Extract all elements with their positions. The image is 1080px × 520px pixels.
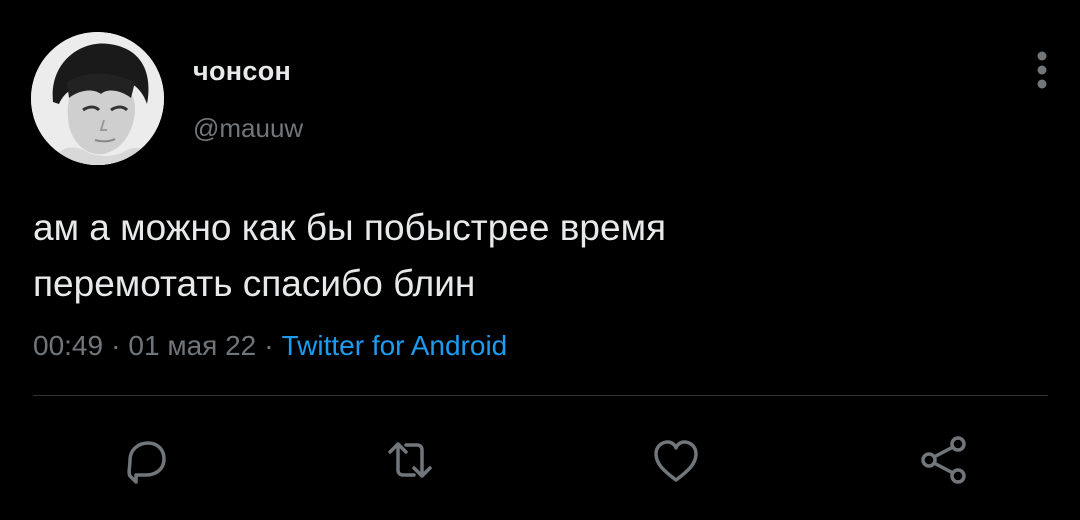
heart-icon <box>654 440 698 482</box>
tweet-text: ам а можно как бы побыстрее время перемо… <box>33 207 667 304</box>
tweet-meta: 00:49 · 01 мая 22 · Twitter for Android <box>33 330 507 362</box>
tweet-source-link[interactable]: Twitter for Android <box>282 330 508 361</box>
author-display-name[interactable]: чонсон <box>193 56 291 87</box>
author-handle[interactable]: @mauuw <box>193 113 303 144</box>
share-nodes-icon <box>921 436 966 484</box>
meta-separator: · <box>264 330 274 361</box>
reply-button[interactable] <box>116 430 176 490</box>
vertical-ellipsis-icon <box>1037 51 1047 89</box>
more-options-button[interactable] <box>1026 46 1058 94</box>
avatar-photo <box>31 32 164 165</box>
share-button[interactable] <box>914 430 974 490</box>
meta-separator: · <box>111 330 121 361</box>
divider <box>33 395 1048 396</box>
tweet-date[interactable]: 01 мая 22 <box>128 330 256 361</box>
tweet-time[interactable]: 00:49 <box>33 330 103 361</box>
retweet-button[interactable] <box>380 430 440 490</box>
retweet-arrows-icon <box>388 442 432 478</box>
like-button[interactable] <box>646 430 706 490</box>
reply-bubble-icon <box>127 441 166 484</box>
avatar[interactable] <box>31 32 164 165</box>
